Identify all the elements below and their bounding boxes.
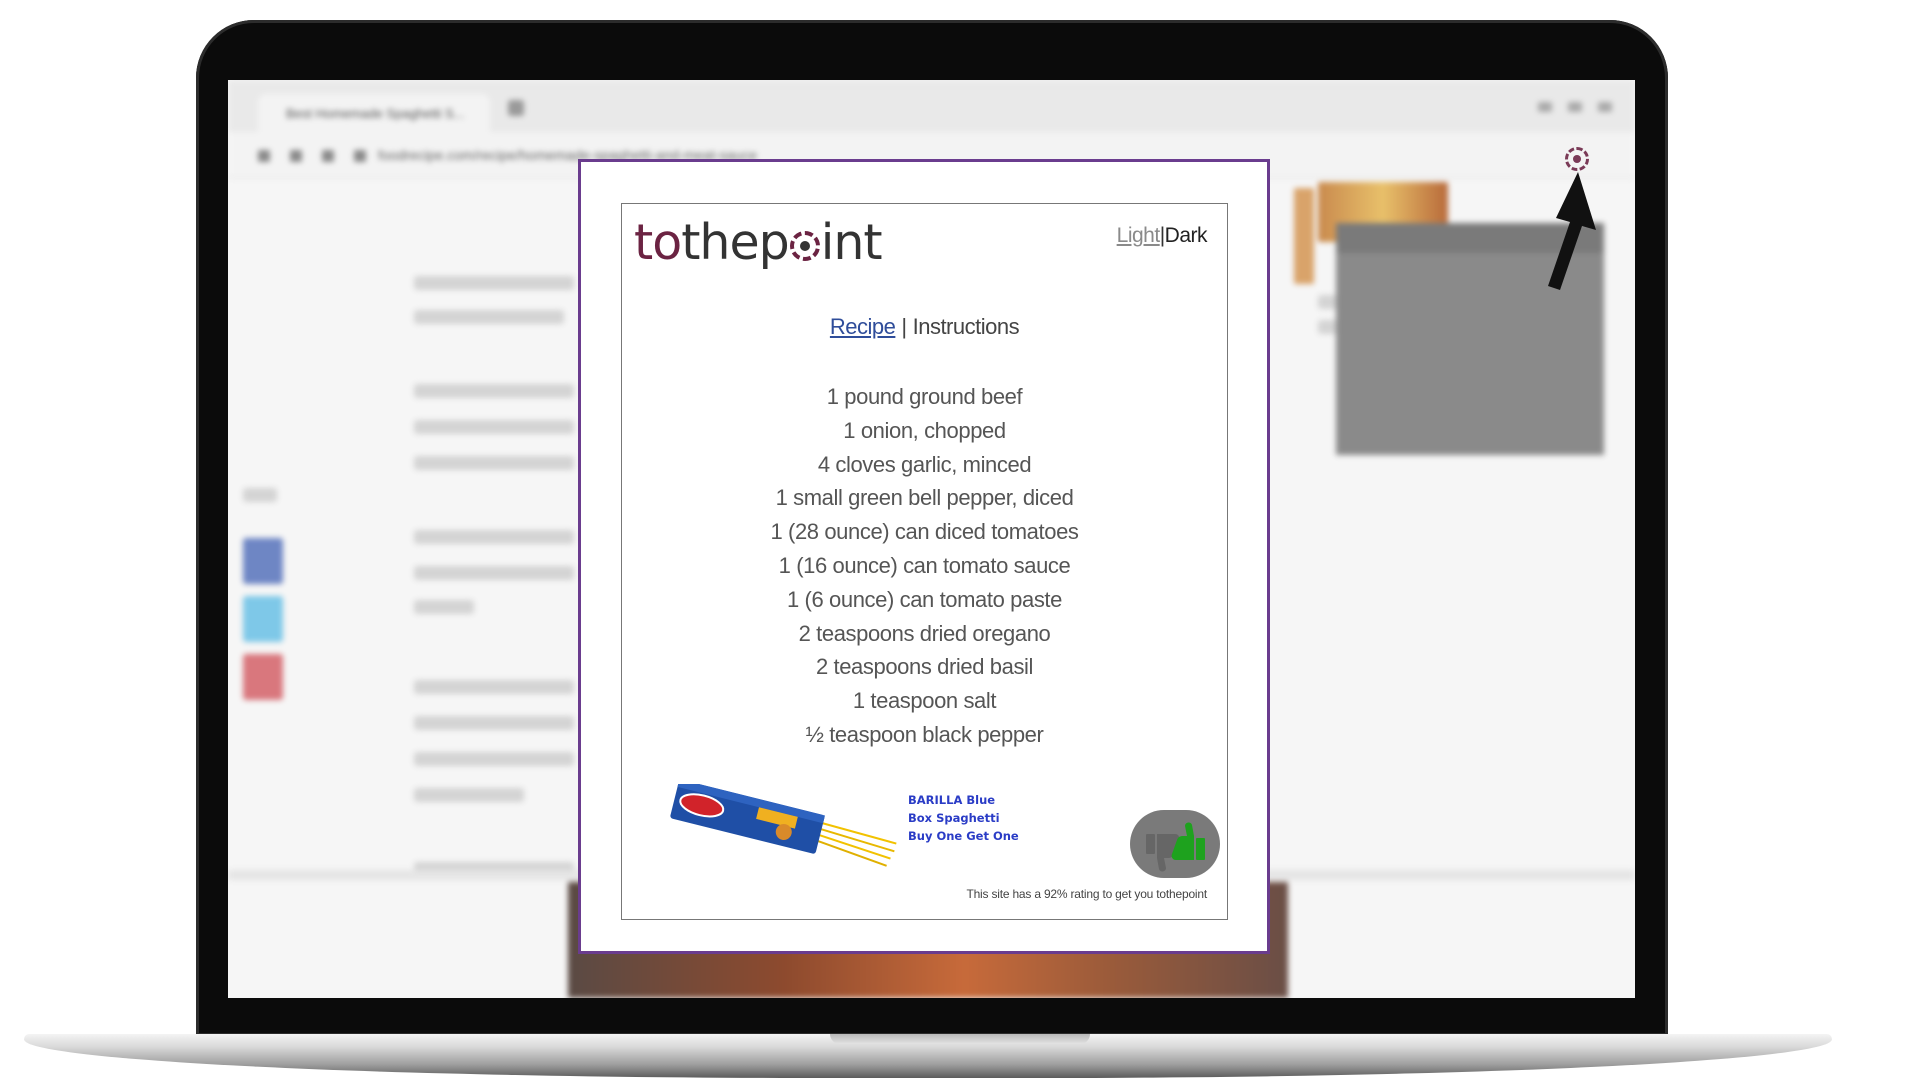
maximize-icon[interactable]	[1568, 102, 1582, 112]
browser-tab-title: Best Homemade Spaghetti S...	[286, 106, 465, 121]
ingredient-list: 1 pound ground beef 1 onion, chopped 4 c…	[622, 380, 1227, 752]
ingredient-item: 1 pound ground beef	[826, 384, 1023, 409]
theme-switch: Light|Dark	[1117, 224, 1208, 248]
rating-text: This site has a 92% rating to get you to…	[966, 887, 1207, 901]
article-line	[414, 420, 574, 434]
twitter-share-icon[interactable]	[243, 596, 283, 642]
pointer-arrow-icon	[1548, 172, 1596, 290]
new-tab-icon[interactable]	[508, 100, 524, 116]
ad-text[interactable]: BARILLA Blue Box Spaghetti Buy One Get O…	[908, 791, 1028, 845]
ingredient-item: 1 (6 ounce) can tomato paste	[787, 586, 1062, 612]
forward-icon[interactable]	[290, 150, 302, 162]
article-line	[414, 456, 574, 470]
article-line	[414, 530, 574, 544]
ingredient-item: 4 cloves garlic, minced	[817, 451, 1032, 477]
ingredient-item: 1 small green bell pepper, diced	[775, 485, 1074, 511]
tothepoint-extension-icon[interactable]	[1565, 147, 1589, 171]
minimize-icon[interactable]	[1538, 102, 1552, 112]
share-label	[243, 488, 277, 502]
ingredient-item: 2 teaspoons dried basil	[815, 654, 1034, 680]
laptop-notch	[830, 1034, 1090, 1044]
logo-the: the	[681, 214, 759, 271]
view-tabs: Recipe | Instructions	[622, 314, 1227, 340]
tab-recipe[interactable]: Recipe	[830, 314, 896, 339]
thumbnail-image	[1294, 188, 1314, 284]
rate-buttons[interactable]	[1130, 810, 1220, 878]
article-line	[1318, 295, 1338, 309]
article-line	[414, 310, 564, 324]
browser-tab[interactable]: Best Homemade Spaghetti S...	[258, 94, 490, 132]
article-line	[414, 752, 574, 766]
article-line	[414, 680, 574, 694]
browser-tab-bar: Best Homemade Spaghetti S...	[228, 80, 1635, 132]
stage: Best Homemade Spaghetti S... foodrecipe.…	[0, 0, 1920, 1080]
logo-p: p	[758, 214, 790, 271]
article-line	[414, 600, 474, 614]
logo-int: int	[820, 214, 883, 271]
ingredient-item: ½ teaspoon black pepper	[805, 721, 1044, 747]
ingredient-item: 1 (28 ounce) can diced tomatoes	[770, 519, 1079, 545]
article-line	[414, 276, 574, 290]
article-line	[1318, 320, 1338, 334]
article-line	[414, 384, 574, 398]
back-icon[interactable]	[258, 150, 270, 162]
light-theme-link[interactable]: Light	[1117, 224, 1161, 247]
article-line	[414, 716, 574, 730]
reload-icon[interactable]	[322, 150, 334, 162]
lock-icon	[354, 150, 366, 162]
logo-to: to	[634, 214, 682, 271]
ad-line-1: BARILLA Blue	[908, 793, 996, 807]
ingredient-item: 2 teaspoons dried oregano	[798, 620, 1051, 646]
target-logo-icon	[789, 231, 820, 261]
facebook-share-icon[interactable]	[243, 538, 283, 584]
article-line	[414, 566, 574, 580]
close-window-icon[interactable]	[1598, 102, 1612, 112]
pinterest-share-icon[interactable]	[243, 654, 283, 700]
spaghetti-box-image[interactable]	[664, 784, 904, 879]
tothepoint-logo: tothep int	[634, 214, 883, 271]
laptop-screen: Best Homemade Spaghetti S... foodrecipe.…	[228, 80, 1635, 998]
tab-instructions[interactable]: Instructions	[913, 314, 1020, 339]
article-line	[414, 788, 524, 802]
ingredient-item: 1 onion, chopped	[843, 417, 1006, 443]
ingredient-item: 1 teaspoon salt	[852, 688, 997, 714]
ad-line-2: Box Spaghetti	[908, 811, 1000, 825]
tab-separator: |	[901, 314, 907, 339]
ad-line-3: Buy One Get One	[908, 829, 1019, 843]
thumbs-up-down-icon[interactable]	[1130, 810, 1220, 878]
ingredient-item: 1 (16 ounce) can tomato sauce	[778, 552, 1071, 578]
dark-theme-link[interactable]: Dark	[1165, 224, 1208, 247]
extension-popup: tothep int Light|Dark Recipe | Instructions…	[578, 159, 1270, 954]
popup-panel: tothep int Light|Dark Recipe | Instructions…	[621, 203, 1228, 920]
